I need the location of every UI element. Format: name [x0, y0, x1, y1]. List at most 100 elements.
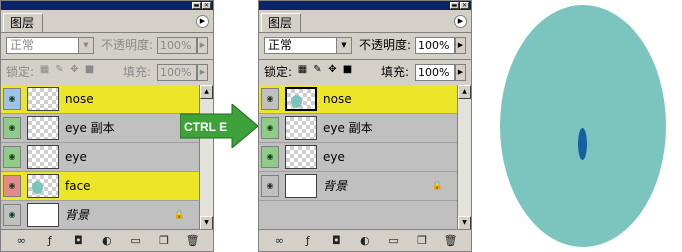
layer-name: nose: [323, 92, 352, 106]
lock-brush-icon[interactable]: ✎: [312, 64, 323, 75]
layer-name: 背景: [65, 208, 90, 222]
layer-row-background[interactable]: ◉ 背景 🔒: [1, 201, 199, 230]
layer-thumbnail: [27, 203, 59, 227]
scroll-down-button[interactable]: ▼: [200, 216, 213, 230]
blend-mode-value: 正常: [10, 38, 35, 52]
eye-icon[interactable]: ◉: [261, 146, 279, 168]
adjustment-icon[interactable]: ◐: [100, 234, 114, 248]
opacity-label: 不透明度:: [359, 38, 412, 52]
opacity-label: 不透明度:: [101, 38, 154, 52]
layer-list: ◉ nose ◉ eye 副本 ◉ eye ◉ 背景 🔒: [259, 85, 457, 230]
layer-row-eye[interactable]: ◉ eye: [259, 143, 457, 172]
eye-icon[interactable]: ◉: [261, 175, 279, 197]
scroll-up-button[interactable]: ▲: [458, 85, 471, 99]
mask-icon[interactable]: ◘: [71, 234, 85, 248]
divider: [259, 59, 471, 60]
fill-label: 填充:: [381, 65, 410, 79]
lock-all-icon[interactable]: ■: [84, 64, 95, 75]
fill-field[interactable]: 100%: [157, 64, 197, 81]
new-layer-icon[interactable]: ❐: [157, 234, 171, 248]
layer-thumbnail: [27, 116, 59, 140]
layer-row-face[interactable]: ◉ face: [1, 172, 199, 201]
opacity-field[interactable]: 100%: [415, 37, 455, 54]
scrollbar[interactable]: ▲ ▼: [457, 85, 471, 230]
eye-icon[interactable]: ◉: [3, 204, 21, 226]
opacity-arrow-button[interactable]: ▶: [455, 37, 466, 54]
layer-name: 背景: [323, 179, 348, 193]
layer-thumbnail: [27, 87, 59, 111]
layer-thumbnail: [285, 145, 317, 169]
layer-row-nose[interactable]: ◉ nose: [1, 85, 199, 114]
layer-thumbnail: [285, 116, 317, 140]
mask-icon[interactable]: ◘: [329, 234, 343, 248]
layer-row-eye-copy[interactable]: ◉ eye 副本: [259, 114, 457, 143]
layer-name: nose: [65, 92, 94, 106]
close-button[interactable]: ✕: [460, 2, 469, 9]
lock-row: 锁定: ▦ ✎ ✥ ■ 填充: 100% ▶: [1, 61, 213, 85]
opacity-arrow-button[interactable]: ▶: [197, 37, 208, 54]
layer-row-nose[interactable]: ◉ nose: [259, 85, 457, 114]
new-layer-icon[interactable]: ❐: [415, 234, 429, 248]
lock-label: 锁定:: [264, 65, 293, 79]
lock-row: 锁定: ▦ ✎ ✥ ■ 填充: 100% ▶: [259, 61, 471, 85]
eye-icon[interactable]: ◉: [3, 146, 21, 168]
tab-layers[interactable]: 图层: [3, 13, 43, 32]
fill-field[interactable]: 100%: [415, 64, 455, 81]
face-ellipse: [500, 5, 666, 247]
layers-panel-after: ▬ ✕ 图层 ▶ 正常 ▼ 不透明度: 100% ▶ 锁定: ▦ ✎ ✥ ■ 填…: [258, 0, 472, 252]
panel-menu-button[interactable]: ▶: [196, 15, 209, 28]
opacity-field[interactable]: 100%: [157, 37, 197, 54]
lock-move-icon[interactable]: ✥: [327, 64, 338, 75]
fill-arrow-button[interactable]: ▶: [455, 64, 466, 81]
face-thumb-shape: [291, 95, 302, 108]
lock-all-icon[interactable]: ■: [342, 64, 353, 75]
layer-thumbnail: [285, 174, 317, 198]
blend-row: 正常 ▼ 不透明度: 100% ▶: [259, 33, 471, 59]
layer-list: ◉ nose ◉ eye 副本 ◉ eye ◉ face ◉ 背景 🔒: [1, 85, 199, 230]
layer-thumbnail: [27, 145, 59, 169]
scroll-down-button[interactable]: ▼: [458, 216, 471, 230]
lock-move-icon[interactable]: ✥: [69, 64, 80, 75]
group-folder-icon[interactable]: ▭: [129, 234, 143, 248]
fill-arrow-button[interactable]: ▶: [197, 64, 208, 81]
close-button[interactable]: ✕: [202, 2, 211, 9]
blend-mode-select[interactable]: 正常 ▼: [264, 37, 352, 54]
chevron-down-icon: ▼: [336, 38, 351, 53]
lock-label: 锁定:: [6, 65, 35, 79]
ctrl-e-arrow: CTRL E: [180, 104, 258, 148]
tab-layers[interactable]: 图层: [261, 13, 301, 32]
lock-transparent-icon[interactable]: ▦: [297, 64, 308, 75]
fill-label: 填充:: [123, 65, 152, 79]
minimize-button[interactable]: ▬: [450, 2, 459, 9]
lock-brush-icon[interactable]: ✎: [54, 64, 65, 75]
scroll-up-button[interactable]: ▲: [200, 85, 213, 99]
blend-mode-select[interactable]: 正常 ▼: [6, 37, 94, 54]
eye-icon[interactable]: ◉: [3, 175, 21, 197]
nose-shape: [578, 128, 587, 160]
face-thumb-shape: [32, 181, 43, 194]
link-icon[interactable]: ∞: [272, 234, 286, 248]
eye-icon[interactable]: ◉: [3, 88, 21, 110]
blend-mode-value: 正常: [268, 38, 293, 52]
trash-icon[interactable]: 🗑: [186, 234, 200, 248]
adjustment-icon[interactable]: ◐: [358, 234, 372, 248]
group-folder-icon[interactable]: ▭: [387, 234, 401, 248]
layer-row-background[interactable]: ◉ 背景 🔒: [259, 172, 457, 201]
layer-style-icon[interactable]: ƒ: [43, 234, 57, 248]
chevron-down-icon: ▼: [78, 38, 93, 53]
eye-icon[interactable]: ◉: [3, 117, 21, 139]
link-icon[interactable]: ∞: [14, 234, 28, 248]
layer-row-eye-copy[interactable]: ◉ eye 副本: [1, 114, 199, 143]
tab-row: 图层 ▶: [259, 10, 471, 33]
layer-style-icon[interactable]: ƒ: [301, 234, 315, 248]
minimize-button[interactable]: ▬: [192, 2, 201, 9]
blend-row: 正常 ▼ 不透明度: 100% ▶: [1, 33, 213, 59]
layer-row-eye[interactable]: ◉ eye: [1, 143, 199, 172]
eye-icon[interactable]: ◉: [261, 88, 279, 110]
panel-menu-button[interactable]: ▶: [454, 15, 467, 28]
tab-row: 图层 ▶: [1, 10, 213, 33]
trash-icon[interactable]: 🗑: [444, 234, 458, 248]
lock-transparent-icon[interactable]: ▦: [39, 64, 50, 75]
eye-icon[interactable]: ◉: [261, 117, 279, 139]
lock-icon: 🔒: [173, 210, 185, 220]
